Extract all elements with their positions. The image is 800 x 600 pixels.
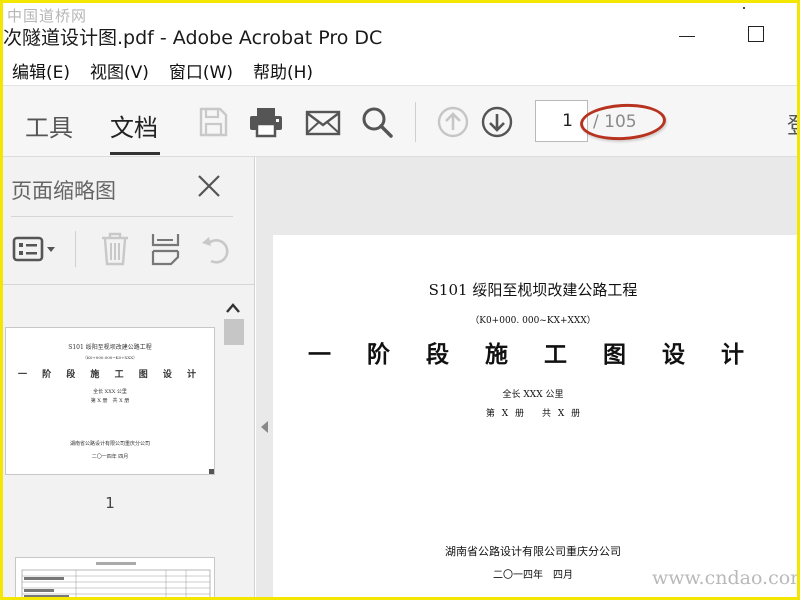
- title-bar: 中国道桥网 次隧道设计图.pdf - Adobe Acrobat Pro DC: [3, 3, 797, 55]
- toolbar: 工具 文档 1 / 105 登: [3, 85, 800, 157]
- doc-main-heading: 一 阶 段 施 工 图 设 计: [307, 341, 759, 368]
- thumb-volume: 第 X 册 共 X 册: [90, 398, 130, 404]
- collapse-pane-icon[interactable]: [259, 419, 269, 433]
- thumbnail-pane: 页面缩略图 S101 绥阳至枧坝改建公路工程 （K0+000.000~K0+XX…: [3, 157, 255, 597]
- email-icon[interactable]: [305, 105, 341, 139]
- pane-divider: [11, 216, 233, 217]
- tab-tools[interactable]: 工具: [25, 108, 73, 143]
- close-icon[interactable]: [196, 173, 222, 199]
- annotation-circle: [579, 101, 667, 143]
- watermark-bottom: www.cndao.com: [652, 567, 800, 589]
- document-page: S101 绥阳至枧坝改建公路工程 （K0+000. 000~KX+XXX） 一 …: [273, 235, 800, 600]
- tab-document[interactable]: 文档: [110, 108, 158, 143]
- search-icon[interactable]: [360, 105, 394, 139]
- thumb-company: 湖南省公路设计有限公司重庆分公司: [69, 441, 150, 447]
- pane-tool-separator: [75, 231, 76, 267]
- scroll-up-icon[interactable]: [225, 299, 241, 313]
- extract-pages-icon[interactable]: [149, 231, 185, 267]
- page-thumbnail[interactable]: S101 绥阳至枧坝改建公路工程 （K0+000.000~K0+XXX） 一 阶…: [5, 327, 215, 475]
- window-dot: [743, 7, 745, 9]
- thumbnail-scrollbar[interactable]: [219, 295, 247, 597]
- menu-window[interactable]: 窗口(W): [169, 58, 233, 83]
- thumb-date: 二〇一四年 四月: [91, 454, 129, 460]
- doc-range: （K0+000. 000~KX+XXX）: [470, 316, 596, 326]
- page-down-icon[interactable]: [480, 105, 514, 139]
- window-title: 次隧道设计图.pdf - Adobe Acrobat Pro DC: [3, 27, 383, 49]
- menu-view[interactable]: 视图(V): [90, 58, 149, 83]
- scroll-thumb[interactable]: [224, 319, 244, 345]
- menu-help[interactable]: 帮助(H): [253, 58, 313, 83]
- maximize-button[interactable]: [745, 23, 769, 47]
- menu-bar: 编辑(E) 视图(V) 窗口(W) 帮助(H): [3, 55, 797, 85]
- print-icon[interactable]: [247, 105, 282, 139]
- save-icon[interactable]: [196, 105, 230, 139]
- thumbnail-resize-handle[interactable]: [209, 469, 214, 474]
- pane-divider-2: [3, 284, 254, 285]
- rotate-icon[interactable]: [199, 231, 235, 267]
- page-thumbnail-2[interactable]: [15, 557, 215, 597]
- thumb-title: S101 绥阳至枧坝改建公路工程: [68, 344, 152, 351]
- document-area: S101 绥阳至枧坝改建公路工程 （K0+000. 000~KX+XXX） 一 …: [256, 157, 800, 600]
- thumbnail-options-icon[interactable]: [11, 231, 55, 267]
- toolbar-cutoff-item[interactable]: 登: [787, 108, 800, 140]
- thumb-length: 全长 XXX 公里: [93, 389, 127, 395]
- active-tab-indicator: [110, 152, 160, 155]
- doc-title: S101 绥阳至枧坝改建公路工程: [428, 281, 638, 299]
- thumb-range: （K0+000.000~K0+XXX）: [82, 355, 138, 360]
- delete-icon[interactable]: [98, 231, 134, 267]
- minimize-button[interactable]: [675, 23, 699, 47]
- thumbnail-page-label: 1: [105, 494, 115, 512]
- toolbar-separator: [415, 102, 416, 142]
- thumb-main: 一 阶 段 施 工 图 设 计: [18, 370, 202, 380]
- doc-volume: 第 X 册 共 X 册: [485, 409, 581, 419]
- page-up-icon[interactable]: [436, 105, 470, 139]
- doc-length: 全长 XXX 公里: [502, 390, 564, 400]
- doc-company: 湖南省公路设计有限公司重庆分公司: [445, 545, 621, 558]
- thumbnail-list: S101 绥阳至枧坝改建公路工程 （K0+000.000~K0+XXX） 一 阶…: [3, 295, 217, 597]
- menu-edit[interactable]: 编辑(E): [12, 58, 70, 83]
- thumbnail-pane-title: 页面缩略图: [11, 179, 116, 203]
